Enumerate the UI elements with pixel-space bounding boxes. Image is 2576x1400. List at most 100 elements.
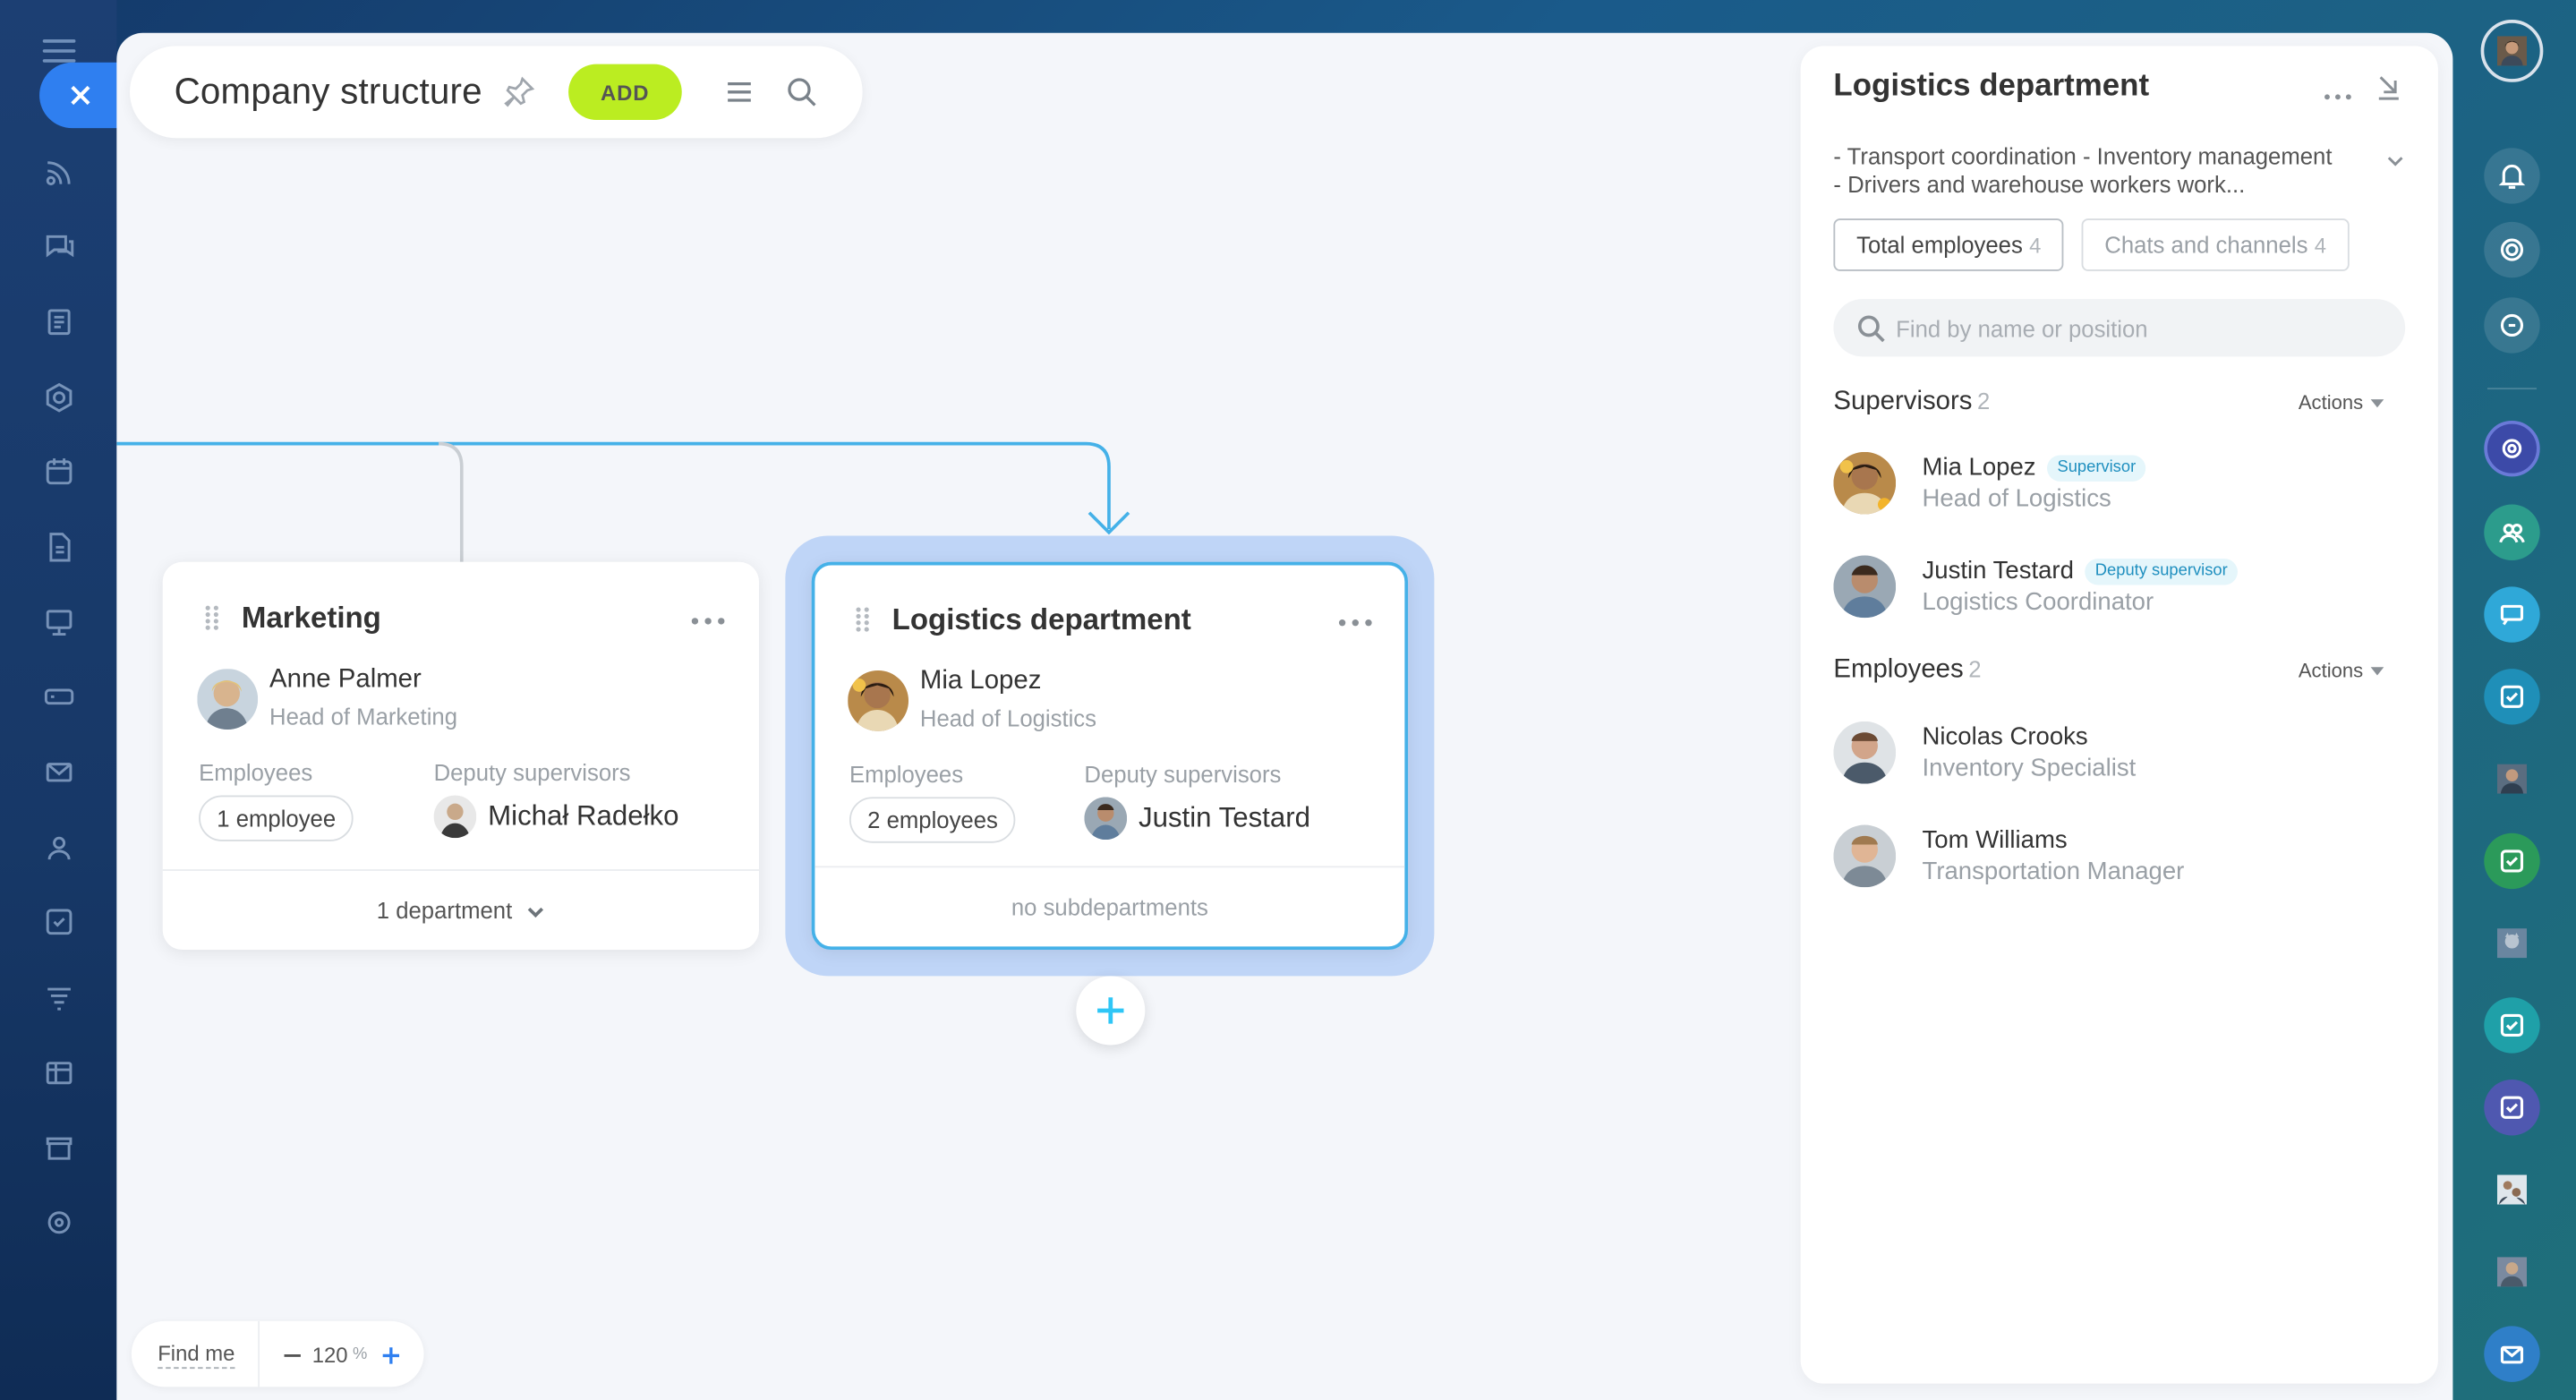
actions-label: Actions	[2298, 390, 2364, 414]
list-item[interactable]: Tom Williams Transportation Manager	[1833, 824, 2185, 888]
pin-icon[interactable]	[502, 75, 535, 108]
zoom-level: 120	[311, 1341, 348, 1367]
caret-down-icon	[2371, 398, 2384, 407]
contact-avatar[interactable]	[2484, 751, 2539, 807]
person-position: Transportation Manager	[1922, 858, 2185, 886]
right-sidebar	[2458, 0, 2576, 1400]
employees-label: Employees	[849, 760, 964, 788]
find-me-link[interactable]: Find me	[158, 1340, 235, 1369]
employee-search	[1833, 299, 2406, 357]
employees-count-pill[interactable]: 2 employees	[849, 797, 1017, 843]
person-position: Inventory Specialist	[1922, 754, 2137, 782]
sidebar-drive-icon[interactable]	[26, 664, 91, 730]
deputy-name: Michał Radełko	[488, 799, 679, 832]
tab-count: 4	[2029, 232, 2042, 258]
group-avatar[interactable]	[2484, 1162, 2539, 1217]
tab-total-employees[interactable]: Total employees 4	[1833, 218, 2065, 271]
deputy-supervisor[interactable]: Justin Testard	[1084, 797, 1310, 841]
avatar	[197, 668, 259, 730]
list-item[interactable]: Mia Lopez Supervisor Head of Logistics	[1833, 451, 2146, 515]
contact-avatar[interactable]	[2484, 1244, 2539, 1300]
deputy-supervisor[interactable]: Michał Radełko	[433, 795, 679, 839]
task-chat-icon[interactable]	[2484, 669, 2540, 725]
subdepartments-count: 1 department	[376, 897, 513, 924]
tab-chats-and-channels[interactable]: Chats and channels 4	[2081, 218, 2350, 271]
sidebar-docs-icon[interactable]	[26, 515, 91, 580]
department-description[interactable]: - Transport coordination - Inventory man…	[1833, 143, 2384, 199]
search-input[interactable]	[1896, 314, 2389, 341]
head-position: Head of Logistics	[919, 704, 1097, 731]
sidebar-table-icon[interactable]	[26, 1040, 91, 1105]
employees-actions-dropdown[interactable]: Actions	[2299, 659, 2384, 682]
employees-count-pill[interactable]: 1 employee	[199, 795, 354, 841]
avatar	[848, 670, 909, 730]
channel-chat-icon[interactable]	[2484, 586, 2540, 643]
deputies-label: Deputy supervisors	[1084, 760, 1282, 788]
add-subdepartment-button[interactable]	[1076, 976, 1146, 1046]
sidebar-presentation-icon[interactable]	[26, 590, 91, 655]
close-slider-button[interactable]	[39, 62, 122, 129]
more-options-icon[interactable]	[690, 608, 726, 625]
section-count: 2	[1976, 388, 1991, 414]
sidebar-mail-icon[interactable]	[26, 739, 91, 805]
task-chat-icon[interactable]	[2484, 1080, 2540, 1136]
mail-icon[interactable]	[2484, 1326, 2540, 1382]
avatar	[1833, 824, 1897, 888]
person-name: Justin Testard	[1922, 557, 2074, 585]
task-chat-icon[interactable]	[2484, 997, 2540, 1054]
employees-header: Employees 2	[1833, 655, 1981, 685]
notifications-bell-icon[interactable]	[2484, 148, 2540, 204]
list-item[interactable]: Nicolas Crooks Inventory Specialist	[1833, 721, 2136, 784]
department-card-marketing[interactable]: Marketing Anne Palmer Head of Marketing …	[162, 561, 760, 951]
list-item[interactable]: Justin Testard Deputy supervisor Logistic…	[1833, 555, 2238, 619]
chevron-down-icon	[525, 901, 545, 920]
avatar	[1833, 721, 1897, 784]
chat-search-icon[interactable]	[2484, 297, 2540, 354]
sidebar-employees-icon[interactable]	[26, 815, 91, 881]
avatar	[1833, 451, 1897, 515]
avatar	[433, 795, 477, 839]
person-position: Head of Logistics	[1922, 484, 2111, 513]
subdepartments-toggle[interactable]: 1 department	[162, 869, 760, 950]
menu-icon[interactable]	[721, 74, 757, 110]
sidebar-settings-icon[interactable]	[26, 1190, 91, 1255]
copilot-chat-icon[interactable]	[2484, 420, 2540, 477]
chevron-down-icon[interactable]	[2385, 149, 2405, 169]
more-options-icon[interactable]	[2323, 82, 2352, 100]
sidebar-sites-icon[interactable]	[26, 365, 91, 431]
more-options-icon[interactable]	[1337, 610, 1373, 627]
description-line: - Drivers and warehouse workers work...	[1833, 170, 2246, 198]
sidebar-calendar-icon[interactable]	[26, 439, 91, 504]
sidebar-checkbox-icon[interactable]	[26, 889, 91, 954]
sidebar-filter-icon[interactable]	[26, 965, 91, 1030]
head-name: Anne Palmer	[269, 665, 422, 694]
supervisors-actions-dropdown[interactable]: Actions	[2299, 391, 2384, 414]
department-head[interactable]: Anne Palmer Head of Marketing	[197, 664, 457, 733]
department-card-logistics[interactable]: Logistics department Mia Lopez Head of L…	[811, 561, 1409, 951]
copilot-icon[interactable]	[2484, 221, 2540, 278]
section-title: Supervisors	[1833, 388, 1973, 416]
sidebar-chat-icon[interactable]	[26, 214, 91, 279]
drag-handle-icon[interactable]	[854, 606, 870, 632]
department-name: Marketing	[241, 601, 381, 635]
sidebar-feed-icon[interactable]	[26, 140, 91, 205]
panel-title: Logistics department	[1833, 69, 2150, 104]
task-chat-icon[interactable]	[2484, 832, 2540, 890]
drag-handle-icon[interactable]	[204, 605, 220, 631]
sidebar-tasks-icon[interactable]	[26, 289, 91, 354]
caret-down-icon	[2371, 666, 2384, 675]
sidebar-store-icon[interactable]	[26, 1114, 91, 1180]
user-avatar[interactable]	[2480, 20, 2544, 82]
contact-avatar[interactable]	[2484, 915, 2539, 970]
department-head[interactable]: Mia Lopez Head of Logistics	[848, 665, 1096, 734]
group-chat-icon[interactable]	[2484, 504, 2540, 560]
zoom-out-icon[interactable]	[283, 1345, 303, 1364]
description-line: - Transport coordination - Inventory man…	[1833, 142, 2333, 170]
add-button[interactable]: ADD	[567, 64, 683, 121]
person-name: Tom Williams	[1922, 826, 2068, 855]
zoom-in-icon[interactable]	[380, 1345, 400, 1364]
avatar	[1833, 555, 1897, 619]
subdepartments-count: no subdepartments	[1011, 893, 1208, 920]
collapse-panel-icon[interactable]	[2376, 73, 2401, 102]
search-icon[interactable]	[784, 74, 820, 110]
